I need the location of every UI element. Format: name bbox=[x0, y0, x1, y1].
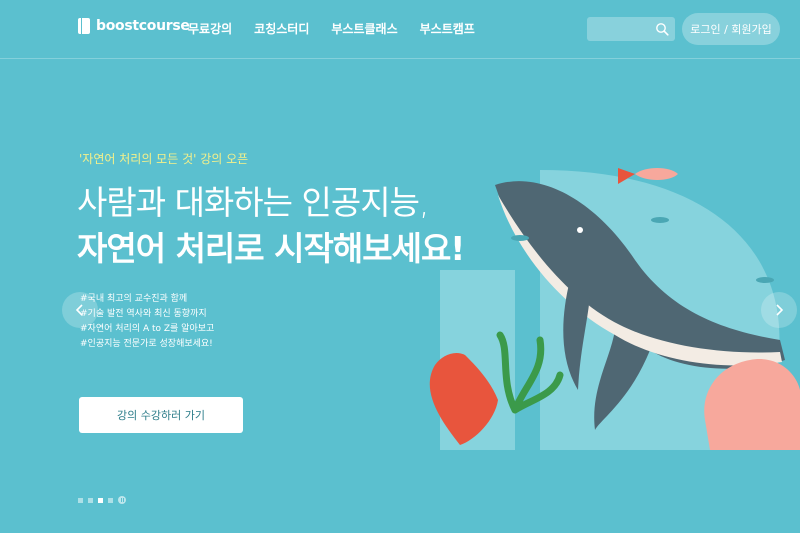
page: boostcourse 무료강의 코칭스터디 부스트클래스 부스트캠프 로그인 … bbox=[0, 0, 800, 533]
carousel-dot-1[interactable] bbox=[78, 497, 83, 503]
carousel-prev-button[interactable] bbox=[62, 292, 98, 328]
login-signup-button[interactable]: 로그인 / 회원가입 bbox=[682, 13, 780, 45]
search-icon[interactable] bbox=[655, 22, 669, 36]
logo[interactable]: boostcourse bbox=[78, 18, 190, 34]
hero-bullets: #국내 최고의 교수진과 함께 #기술 발전 역사와 최신 동향까지 #자연어 … bbox=[80, 292, 214, 352]
pause-icon[interactable] bbox=[118, 496, 126, 504]
logo-text: boostcourse bbox=[96, 18, 190, 34]
carousel-next-button[interactable] bbox=[761, 292, 797, 328]
chevron-right-icon bbox=[776, 304, 784, 316]
carousel-dot-3[interactable] bbox=[98, 497, 103, 503]
header: boostcourse 무료강의 코칭스터디 부스트클래스 부스트캠프 로그인 … bbox=[0, 0, 800, 59]
carousel-indicators bbox=[78, 496, 126, 504]
search-box bbox=[587, 17, 675, 41]
whale-eye bbox=[577, 227, 583, 233]
carousel-dot-4[interactable] bbox=[108, 497, 113, 503]
fish bbox=[635, 168, 678, 180]
nav-item-free-courses[interactable]: 무료강의 bbox=[188, 20, 232, 37]
nav-item-coaching-study[interactable]: 코칭스터디 bbox=[254, 20, 309, 37]
main-nav: 무료강의 코칭스터디 부스트클래스 부스트캠프 bbox=[188, 20, 475, 37]
logo-icon bbox=[78, 18, 90, 34]
bullet-item: #기술 발전 역사와 최신 동향까지 bbox=[80, 309, 207, 319]
bullet-item: #자연어 처리의 A to Z를 알아보고 bbox=[80, 324, 215, 334]
small-fish bbox=[756, 277, 774, 283]
nav-item-boostcamp[interactable]: 부스트캠프 bbox=[420, 20, 475, 37]
hero-headline-line2: 자연어 처리로 시작해보세요! bbox=[77, 229, 465, 268]
carousel-dot-2[interactable] bbox=[88, 497, 93, 503]
bullet-item: #국내 최고의 교수진과 함께 bbox=[80, 294, 188, 304]
hero-tagline: '자연어 처리의 모든 것' 강의 오픈 bbox=[79, 152, 249, 166]
bullet-item: #인공지능 전문가로 성장해보세요! bbox=[80, 339, 213, 349]
hero-headline-line1: 사람과 대화하는 인공지능, bbox=[77, 183, 429, 222]
small-fish bbox=[511, 235, 529, 241]
nav-item-boostclass[interactable]: 부스트클래스 bbox=[331, 20, 397, 37]
small-fish bbox=[651, 217, 669, 223]
search-input[interactable] bbox=[587, 17, 663, 41]
enroll-course-button[interactable]: 강의 수강하러 가기 bbox=[79, 397, 243, 433]
hero-illustration bbox=[429, 168, 800, 450]
chevron-left-icon bbox=[75, 304, 83, 316]
